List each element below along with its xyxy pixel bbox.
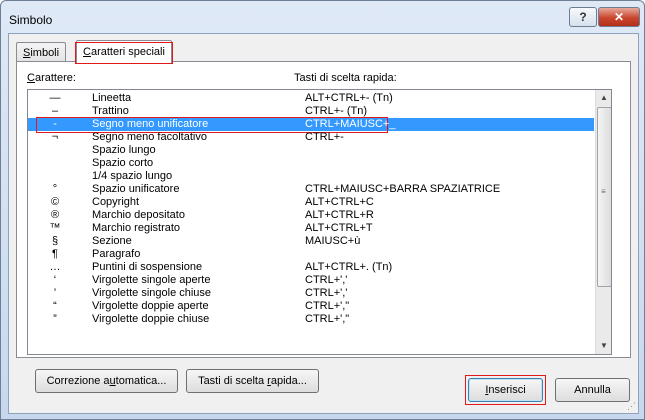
character-column-header: Carattere: (27, 72, 76, 84)
character-glyph: ¶ (52, 248, 58, 260)
character-shortcut: MAIUSC+ù (305, 235, 361, 247)
insert-button[interactable]: Inserisci (465, 375, 546, 405)
character-shortcut: CTRL+',' (305, 274, 348, 286)
character-glyph: ¬ (51, 131, 59, 143)
shortcut-key-button[interactable]: Tasti di scelta rapida... (186, 369, 319, 393)
character-name: Puntini di sospensione (92, 261, 203, 273)
list-item[interactable]: ° Spazio unificatore CTRL+MAIUSC+BARRA SPA… (28, 183, 594, 196)
symbol-dialog: Simbolo ? ✕ Simboli Caratteri speciali C… (0, 0, 645, 420)
character-glyph: … (49, 261, 61, 273)
close-button[interactable]: ✕ (598, 7, 640, 27)
list-item[interactable]: Spazio corto (28, 157, 594, 170)
list-item[interactable]: © Copyright ALT+CTRL+C (28, 196, 594, 209)
resize-grip-icon[interactable]: ⋰ (627, 401, 636, 412)
character-name: Sezione (92, 235, 132, 247)
character-glyph: - (53, 118, 57, 130)
list-item[interactable]: … Puntini di sospensione ALT+CTRL+. (Tn) (28, 261, 594, 274)
list-item[interactable]: — Lineetta ALT+CTRL+- (Tn) (28, 92, 594, 105)
character-glyph: ™ (49, 222, 61, 234)
character-name: Virgolette doppie aperte (92, 300, 209, 312)
list-item[interactable]: 1/4 spazio lungo (28, 170, 594, 183)
list-item[interactable]: § Sezione MAIUSC+ù (28, 235, 594, 248)
character-name: 1/4 spazio lungo (92, 170, 173, 182)
grip-icon: ≡ (601, 187, 606, 196)
cancel-button[interactable]: Annulla (555, 378, 630, 402)
list-item[interactable]: Spazio lungo (28, 144, 594, 157)
character-shortcut: CTRL+- (305, 131, 344, 143)
special-characters-list[interactable]: — Lineetta ALT+CTRL+- (Tn) – Trattino CTRL+-… (27, 89, 612, 355)
character-name: Paragrafo (92, 248, 141, 260)
list-item[interactable]: ¬ Segno meno facoltativo CTRL+- (28, 131, 594, 144)
character-glyph: ” (53, 313, 57, 325)
character-shortcut: ALT+CTRL+T (305, 222, 373, 234)
autocorrect-button[interactable]: Correzione automatica... (35, 369, 178, 393)
character-name: Marchio depositato (92, 209, 185, 221)
character-glyph: ° (52, 183, 58, 195)
character-glyph: ® (50, 209, 60, 221)
tab-speciali-accel: C (83, 46, 91, 58)
dialog-body: Simboli Caratteri speciali Carattere: Ta… (8, 33, 639, 414)
character-shortcut: CTRL+'," (305, 300, 350, 312)
character-name: Virgolette singole chiuse (92, 287, 212, 299)
character-shortcut: ALT+CTRL+- (Tn) (305, 92, 393, 104)
scroll-up-arrow-icon[interactable]: ▲ (596, 90, 611, 106)
character-name: Virgolette singole aperte (92, 274, 211, 286)
scroll-down-arrow-icon[interactable]: ▼ (596, 338, 611, 354)
tab-speciali-label: aratteri speciali (90, 46, 165, 58)
character-shortcut: CTRL+'," (305, 313, 350, 325)
list-item[interactable]: ‘ Virgolette singole aperte CTRL+',' (28, 274, 594, 287)
character-name: Marchio registrato (92, 222, 181, 234)
character-name: Segno meno facoltativo (92, 131, 207, 143)
list-item[interactable]: ¶ Paragrafo (28, 248, 594, 261)
character-shortcut: ALT+CTRL+C (305, 196, 374, 208)
character-shortcut: ALT+CTRL+R (305, 209, 374, 221)
tab-panel: Carattere: Tasti di scelta rapida: — Line… (16, 61, 631, 393)
character-name: Spazio corto (92, 157, 154, 169)
character-name: Spazio lungo (92, 144, 156, 156)
insert-focus-ring (465, 375, 546, 405)
character-name: Segno meno unificatore (92, 118, 209, 130)
shortcut-column-header: Tasti di scelta rapida: (294, 72, 397, 84)
character-name: Spazio unificatore (92, 183, 180, 195)
tab-simboli[interactable]: Simboli (16, 42, 67, 63)
character-glyph: § (51, 235, 59, 247)
list-item[interactable]: ® Marchio depositato ALT+CTRL+R (28, 209, 594, 222)
list-item[interactable]: “ Virgolette doppie aperte CTRL+'," (28, 300, 594, 313)
list-item[interactable]: ” Virgolette doppie chiuse CTRL+'," (28, 313, 594, 326)
character-glyph: © (50, 196, 60, 208)
character-glyph: — (49, 92, 61, 104)
tab-caratteri-speciali[interactable]: Caratteri speciali (75, 40, 173, 64)
character-name: Lineetta (92, 92, 132, 104)
character-shortcut: CTRL+MAIUSC+_ (305, 118, 396, 130)
character-glyph: ‘ (53, 274, 57, 286)
title-bar[interactable]: Simbolo ? ✕ (1, 1, 644, 33)
character-name: Virgolette doppie chiuse (92, 313, 210, 325)
character-shortcut: ALT+CTRL+. (Tn) (305, 261, 393, 273)
list-item[interactable]: ’ Virgolette singole chiuse CTRL+',' (28, 287, 594, 300)
character-glyph: ’ (53, 287, 57, 299)
vertical-scrollbar[interactable]: ▲ ≡ ▼ (595, 90, 611, 354)
character-glyph: “ (53, 300, 57, 312)
character-shortcut: CTRL+',' (305, 287, 348, 299)
character-shortcut: CTRL+MAIUSC+BARRA SPAZIATRICE (305, 183, 501, 195)
scrollbar-thumb[interactable]: ≡ (597, 107, 611, 287)
character-name: Copyright (92, 196, 140, 208)
window-title: Simbolo (9, 13, 53, 27)
tab-simboli-label: imboli (30, 47, 60, 59)
help-button[interactable]: ? (569, 7, 597, 27)
list-item[interactable]: ™ Marchio registrato ALT+CTRL+T (28, 222, 594, 235)
list-item-selected[interactable]: - Segno meno unificatore CTRL+MAIUSC+_ (28, 117, 594, 133)
